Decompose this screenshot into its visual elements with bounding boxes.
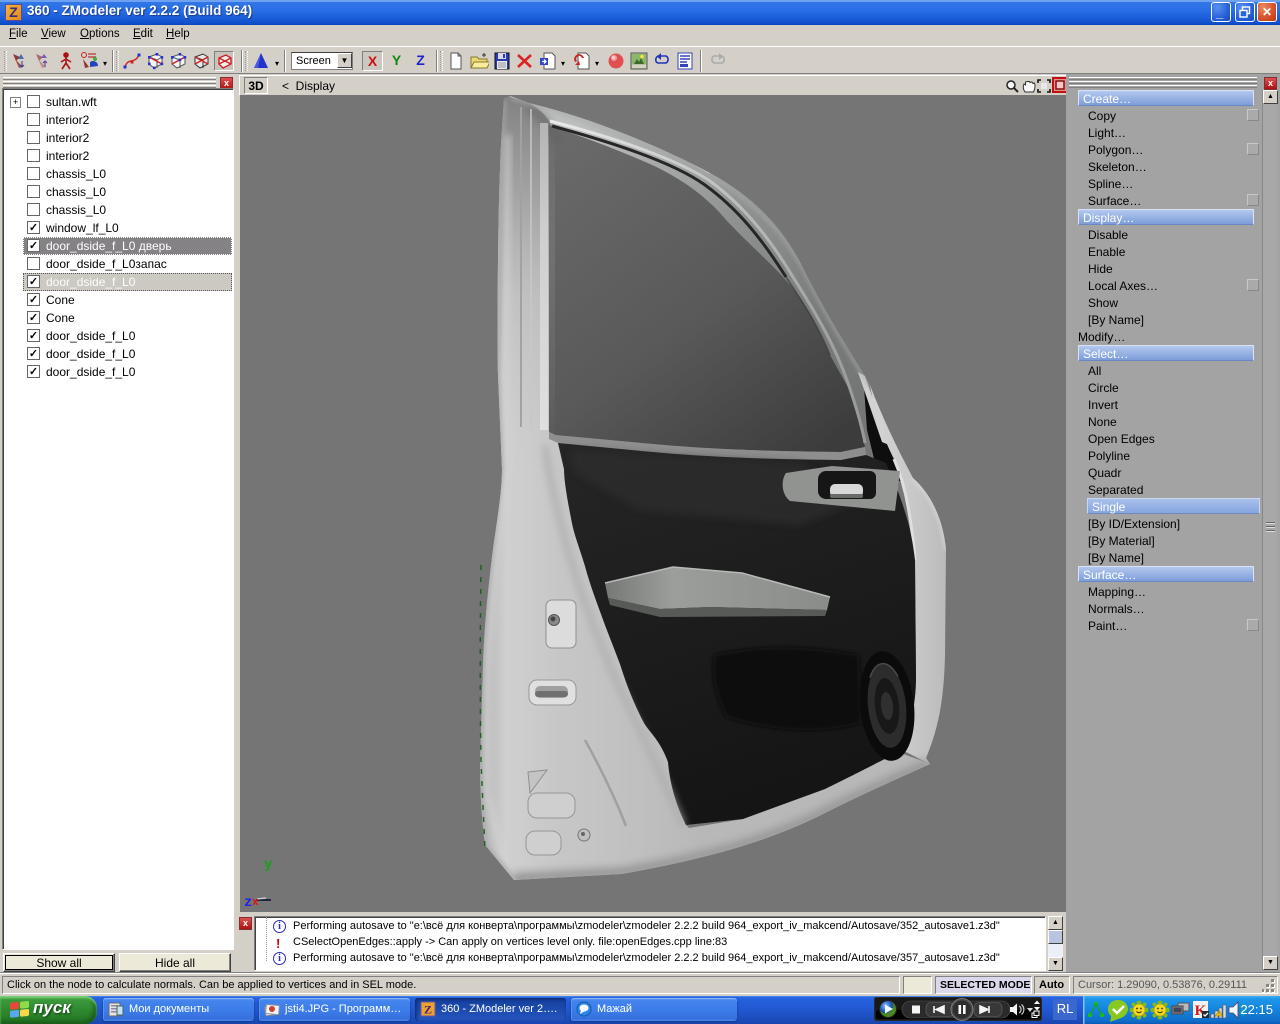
svg-text:!: ! xyxy=(1218,1012,1219,1018)
svg-text:x: x xyxy=(252,897,259,909)
svg-text:Z: Z xyxy=(424,1003,432,1017)
svg-text:y: y xyxy=(264,857,273,873)
